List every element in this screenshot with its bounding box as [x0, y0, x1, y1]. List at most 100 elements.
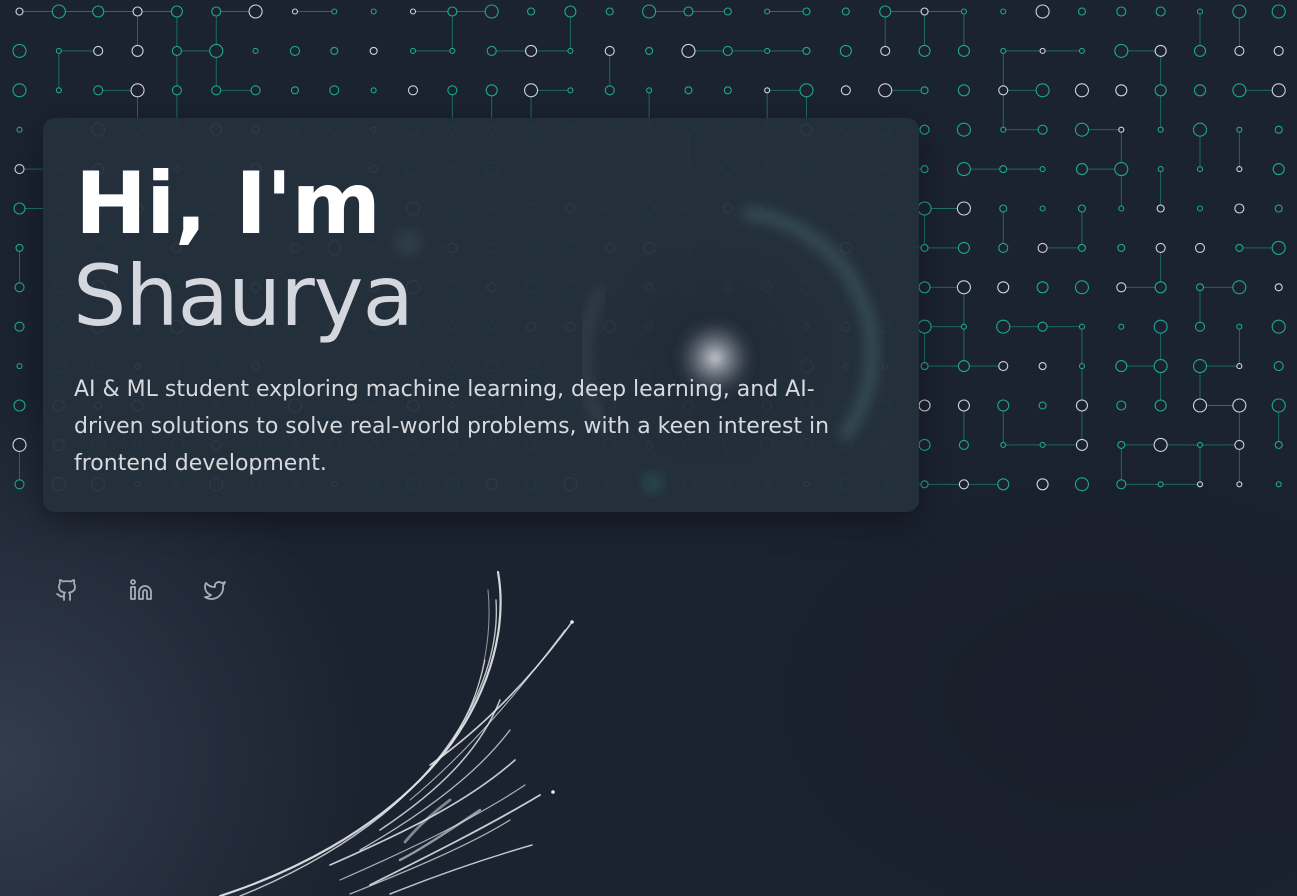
circuit-node [1118, 126, 1125, 133]
circuit-node [999, 165, 1008, 174]
circuit-node [957, 44, 970, 57]
circuit-node [1274, 440, 1283, 449]
circuit-node [1037, 242, 1048, 253]
circuit-node [723, 7, 732, 16]
circuit-node [484, 4, 499, 19]
circuit-node [16, 363, 23, 370]
circuit-node [14, 479, 25, 490]
circuit-node [1154, 44, 1167, 57]
circuit-node [1273, 45, 1284, 56]
circuit-node [1196, 441, 1204, 448]
circuit-node [449, 47, 456, 54]
circuit-node [957, 399, 970, 412]
circuit-node [523, 83, 539, 98]
circuit-node [1274, 204, 1283, 213]
circuit-node [917, 201, 932, 216]
circuit-node [1036, 478, 1049, 491]
circuit-node [1000, 126, 1007, 133]
circuit-node [55, 47, 62, 54]
circuit-node [1039, 205, 1046, 212]
circuit-node [1232, 398, 1247, 413]
circuit-node [1192, 398, 1208, 413]
circuit-node [956, 201, 971, 216]
circuit-node [1194, 321, 1206, 332]
circuit-node [998, 242, 1009, 253]
circuit-node [486, 45, 497, 56]
circuit-node [1232, 4, 1247, 19]
circuit-node [1115, 84, 1128, 97]
circuit-node [526, 7, 536, 16]
circuit-node [802, 46, 811, 55]
circuit-node [997, 478, 1010, 491]
circuit-node [1275, 481, 1282, 488]
circuit-node [918, 438, 931, 451]
circuit-node [1193, 44, 1207, 57]
circuit-node [1075, 399, 1088, 412]
circuit-node [290, 86, 300, 95]
circuit-node [999, 204, 1008, 213]
circuit-node [14, 282, 25, 293]
circuit-node [960, 8, 967, 15]
circuit-node [1117, 243, 1126, 252]
circuit-node [1192, 122, 1208, 137]
circuit-node [1000, 47, 1007, 54]
circuit-node [93, 85, 104, 96]
circuit-node [957, 84, 970, 97]
circuit-node [1037, 321, 1048, 332]
linkedin-icon [130, 579, 152, 600]
circuit-node [1236, 166, 1243, 173]
circuit-node [1271, 398, 1286, 413]
circuit-node [1038, 362, 1047, 371]
circuit-node [567, 47, 574, 54]
circuit-node [16, 126, 23, 133]
circuit-node [447, 85, 458, 96]
circuit-node [878, 83, 893, 98]
circuit-node [1074, 477, 1089, 492]
circuit-node [956, 122, 971, 137]
circuit-node [1155, 242, 1166, 253]
circuit-node [1153, 359, 1168, 374]
circuit-node [1000, 8, 1007, 15]
circuit-node [957, 241, 970, 254]
circuit-node [920, 480, 929, 489]
circuit-node [369, 46, 378, 55]
circuit-node [1194, 242, 1206, 253]
circuit-node [1039, 441, 1046, 448]
circuit-node [958, 439, 969, 450]
circuit-node [1074, 122, 1089, 137]
circuit-node [1196, 205, 1204, 212]
circuit-node [252, 47, 259, 54]
circuit-node [958, 479, 969, 490]
hero-greeting: Hi, I'm [75, 154, 381, 254]
circuit-node [170, 5, 183, 18]
circuit-node [956, 280, 971, 295]
circuit-node [1036, 281, 1049, 294]
circuit-node [13, 399, 26, 412]
twitter-icon [204, 581, 226, 600]
circuit-node [1236, 481, 1243, 488]
circuit-node [1075, 163, 1088, 176]
circuit-node [920, 86, 929, 95]
circuit-node [1271, 319, 1286, 334]
github-link[interactable] [55, 576, 79, 604]
circuit-node [998, 361, 1009, 372]
circuit-node [1232, 83, 1247, 98]
circuit-node [918, 281, 931, 294]
circuit-node [1117, 440, 1126, 449]
circuit-node [839, 44, 852, 57]
circuit-node [723, 86, 732, 95]
circuit-node [1114, 162, 1129, 177]
hero-name: Shaurya [73, 247, 414, 345]
circuit-node [250, 85, 261, 96]
circuit-node [248, 4, 263, 19]
circuit-node [646, 87, 653, 94]
circuit-node [12, 83, 27, 98]
twitter-link[interactable] [203, 576, 227, 604]
circuit-node [15, 7, 24, 16]
circuit-node [14, 321, 25, 332]
linkedin-link[interactable] [129, 576, 153, 604]
circuit-node [564, 5, 577, 18]
circuit-node [1075, 438, 1088, 451]
circuit-node [211, 85, 222, 96]
circuit-node [1078, 47, 1085, 54]
